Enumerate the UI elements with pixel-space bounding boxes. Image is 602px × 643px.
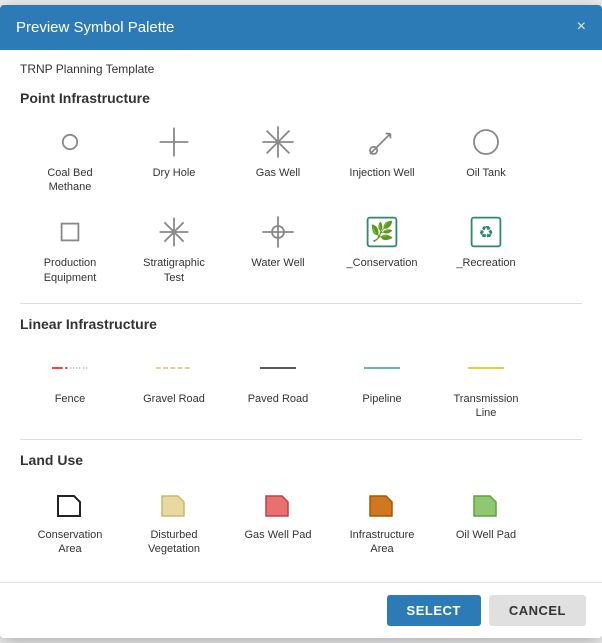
transmission-line-label: TransmissionLine <box>454 392 519 421</box>
gravel-road-label: Gravel Road <box>143 392 205 406</box>
production-equipment-label: ProductionEquipment <box>44 256 97 285</box>
point-infrastructure-title: Point Infrastructure <box>20 90 582 106</box>
dry-hole-label: Dry Hole <box>153 166 196 180</box>
infrastructure-area-icon <box>364 486 400 522</box>
close-icon[interactable]: × <box>577 19 586 35</box>
recreation-label: _Recreation <box>456 256 515 270</box>
symbol-conservation[interactable]: 🌿 _Conservation <box>332 206 432 293</box>
transmission-line-icon <box>468 350 504 386</box>
disturbed-vegetation-label: DisturbedVegetation <box>148 528 200 557</box>
fence-label: Fence <box>55 392 86 406</box>
symbol-coal-bed-methane[interactable]: Coal BedMethane <box>20 116 120 203</box>
symbol-water-well[interactable]: Water Well <box>228 206 328 293</box>
conservation-label: _Conservation <box>347 256 418 270</box>
point-linear-divider <box>20 303 582 304</box>
template-name: TRNP Planning Template <box>20 62 582 76</box>
paved-road-icon <box>260 350 296 386</box>
symbol-oil-tank[interactable]: Oil Tank <box>436 116 536 203</box>
gas-well-pad-icon <box>260 486 296 522</box>
linear-symbols-grid: Fence Gravel Road <box>20 342 582 429</box>
pipeline-label: Pipeline <box>362 392 401 406</box>
svg-text:🌿: 🌿 <box>370 220 394 243</box>
dialog-header: Preview Symbol Palette × <box>0 5 602 50</box>
symbol-oil-well-pad[interactable]: Oil Well Pad <box>436 478 536 565</box>
fence-icon <box>52 350 88 386</box>
stratigraphic-test-label: StratigraphicTest <box>143 256 205 285</box>
linear-infrastructure-section: Linear Infrastructure Fence <box>20 316 582 429</box>
symbol-dry-hole[interactable]: Dry Hole <box>124 116 224 203</box>
stratigraphic-test-icon <box>156 214 192 250</box>
symbol-paved-road[interactable]: Paved Road <box>228 342 328 429</box>
coal-bed-methane-icon <box>52 124 88 160</box>
symbol-transmission-line[interactable]: TransmissionLine <box>436 342 536 429</box>
gas-well-label: Gas Well <box>256 166 300 180</box>
linear-infrastructure-title: Linear Infrastructure <box>20 316 582 332</box>
oil-well-pad-icon <box>468 486 504 522</box>
point-infrastructure-section: Point Infrastructure Coal BedMethane <box>20 90 582 293</box>
water-well-icon <box>260 214 296 250</box>
water-well-label: Water Well <box>251 256 304 270</box>
gas-well-icon <box>260 124 296 160</box>
symbol-recreation[interactable]: ♻ _Recreation <box>436 206 536 293</box>
coal-bed-methane-label: Coal BedMethane <box>47 166 92 195</box>
recreation-icon: ♻ <box>468 214 504 250</box>
dry-hole-icon <box>156 124 192 160</box>
symbol-production-equipment[interactable]: ProductionEquipment <box>20 206 120 293</box>
land-use-title: Land Use <box>20 452 582 468</box>
injection-well-icon <box>364 124 400 160</box>
preview-symbol-palette-dialog: Preview Symbol Palette × TRNP Planning T… <box>0 5 602 638</box>
select-button[interactable]: SELECT <box>387 595 481 626</box>
conservation-area-icon <box>52 486 88 522</box>
injection-well-label: Injection Well <box>349 166 414 180</box>
symbol-gas-well[interactable]: Gas Well <box>228 116 328 203</box>
symbol-disturbed-vegetation[interactable]: DisturbedVegetation <box>124 478 224 565</box>
pipeline-icon <box>364 350 400 386</box>
conservation-area-label: ConservationArea <box>38 528 103 557</box>
symbol-gas-well-pad[interactable]: Gas Well Pad <box>228 478 328 565</box>
production-equipment-icon <box>52 214 88 250</box>
cancel-button[interactable]: CANCEL <box>489 595 586 626</box>
conservation-icon: 🌿 <box>364 214 400 250</box>
dialog-body: TRNP Planning Template Point Infrastruct… <box>0 50 602 574</box>
oil-well-pad-label: Oil Well Pad <box>456 528 516 542</box>
point-symbols-grid: Coal BedMethane Dry Hole <box>20 116 582 293</box>
oil-tank-icon <box>468 124 504 160</box>
symbol-fence[interactable]: Fence <box>20 342 120 429</box>
symbol-injection-well[interactable]: Injection Well <box>332 116 432 203</box>
infrastructure-area-label: InfrastructureArea <box>350 528 415 557</box>
svg-text:♻: ♻ <box>478 223 493 242</box>
oil-tank-label: Oil Tank <box>466 166 506 180</box>
dialog-title: Preview Symbol Palette <box>16 19 174 36</box>
symbol-infrastructure-area[interactable]: InfrastructureArea <box>332 478 432 565</box>
symbol-gravel-road[interactable]: Gravel Road <box>124 342 224 429</box>
gas-well-pad-label: Gas Well Pad <box>244 528 311 542</box>
dialog-footer: SELECT CANCEL <box>0 582 602 638</box>
land-symbols-grid: ConservationArea DisturbedVegetation <box>20 478 582 565</box>
symbol-pipeline[interactable]: Pipeline <box>332 342 432 429</box>
symbol-conservation-area[interactable]: ConservationArea <box>20 478 120 565</box>
symbol-stratigraphic-test[interactable]: StratigraphicTest <box>124 206 224 293</box>
land-use-section: Land Use ConservationArea <box>20 452 582 565</box>
paved-road-label: Paved Road <box>248 392 309 406</box>
disturbed-vegetation-icon <box>156 486 192 522</box>
linear-land-divider <box>20 439 582 440</box>
gravel-road-icon <box>156 350 192 386</box>
